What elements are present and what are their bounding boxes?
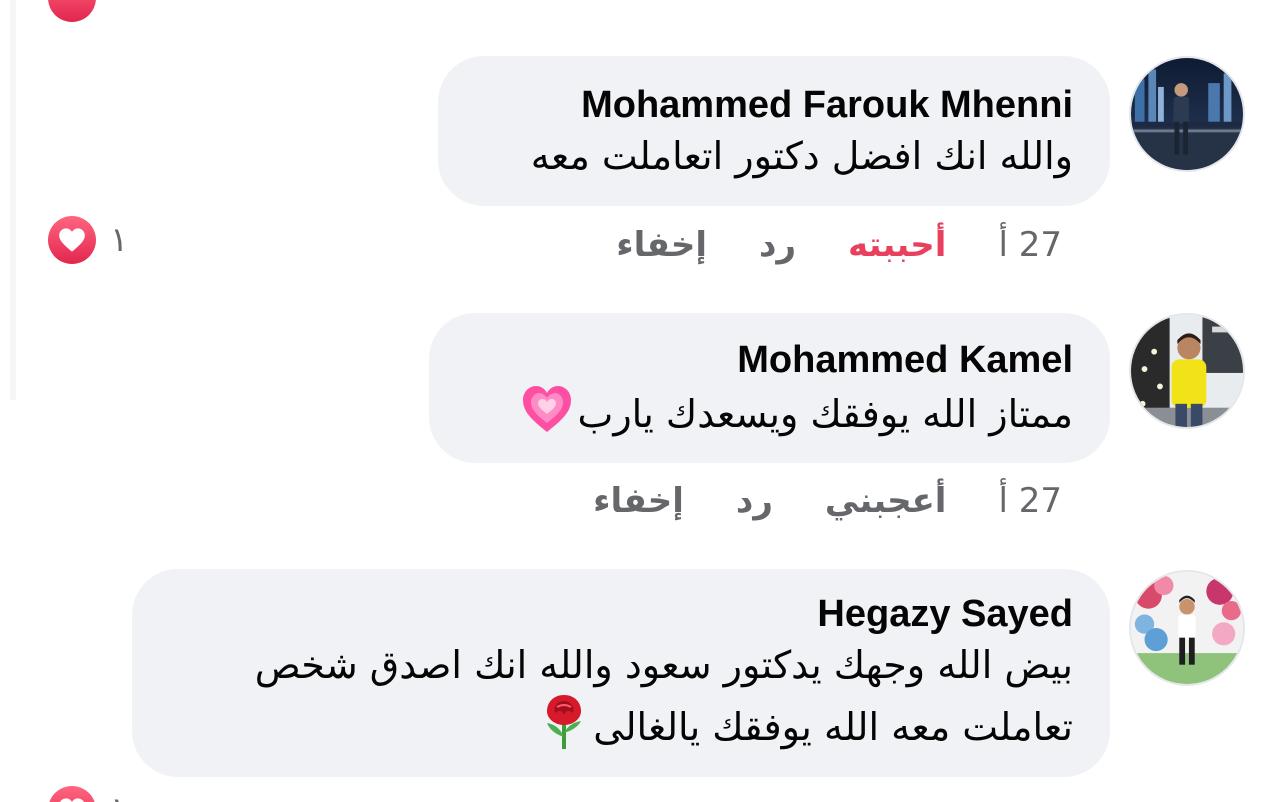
- comment-text: والله انك افضل دكتور اتعاملت معه: [530, 134, 1073, 178]
- comment-timestamp: 27 أ: [998, 481, 1062, 521]
- comment-text: ممتاز الله يوفقك ويسعدك يارب: [577, 392, 1073, 436]
- comment-author[interactable]: Mohammed Kamel: [469, 337, 1073, 383]
- comment-author[interactable]: Mohammed Farouk Mhenni: [478, 82, 1073, 128]
- rose-emoji: [539, 693, 589, 766]
- reaction-count: ١: [110, 220, 129, 260]
- avatar[interactable]: [1129, 313, 1245, 429]
- comment-author[interactable]: Hegazy Sayed: [168, 591, 1073, 637]
- heart-icon: [48, 216, 96, 264]
- avatar[interactable]: [1129, 570, 1245, 686]
- comment-bubble[interactable]: Hegazy Sayed بيض الله وجهك يدكتور سعود و…: [132, 569, 1110, 777]
- comment-actions: 27 أ أحببته رد إخفاء: [616, 220, 1062, 270]
- avatar-photo-icon: [1131, 572, 1243, 684]
- like-button[interactable]: أحببته: [848, 225, 946, 265]
- comment-actions: 27 أ أعجبني رد إخفاء: [593, 476, 1062, 526]
- comments-screen: Mohammed Farouk Mhenni والله انك افضل دك…: [0, 0, 1284, 802]
- hide-button[interactable]: إخفاء: [616, 225, 707, 265]
- hide-button[interactable]: إخفاء: [593, 481, 684, 521]
- reaction-summary[interactable]: ١: [48, 786, 128, 802]
- comment-text: تعاملت معه الله يوفقك يالغالى: [593, 705, 1073, 749]
- top-cutoff-reaction: [48, 0, 96, 22]
- reaction-count: ١: [110, 790, 128, 802]
- comment-timestamp: 27 أ: [998, 225, 1062, 265]
- comment-text-line2: تعاملت معه الله يوفقك يالغالى: [168, 693, 1073, 766]
- comment-bubble[interactable]: Mohammed Kamel ممتاز الله يوفقك ويسعدك ي…: [429, 313, 1110, 463]
- comment-text: بيض الله وجهك يدكتور سعود والله انك اصدق…: [254, 643, 1073, 687]
- reaction-summary[interactable]: ١: [48, 216, 128, 264]
- avatar-photo-icon: [1131, 315, 1243, 427]
- heart-icon: [48, 786, 96, 802]
- avatar-photo-icon: [1131, 58, 1243, 170]
- like-button[interactable]: أعجبني: [825, 481, 947, 521]
- avatar[interactable]: [1129, 56, 1245, 172]
- reply-button[interactable]: رد: [736, 481, 773, 521]
- growing-heart-emoji: [520, 383, 574, 450]
- comment-text-line: ممتاز الله يوفقك ويسعدك يارب: [469, 383, 1073, 450]
- thread-line: [10, 0, 16, 400]
- comment-bubble[interactable]: Mohammed Farouk Mhenni والله انك افضل دك…: [438, 56, 1110, 206]
- reply-button[interactable]: رد: [759, 225, 796, 265]
